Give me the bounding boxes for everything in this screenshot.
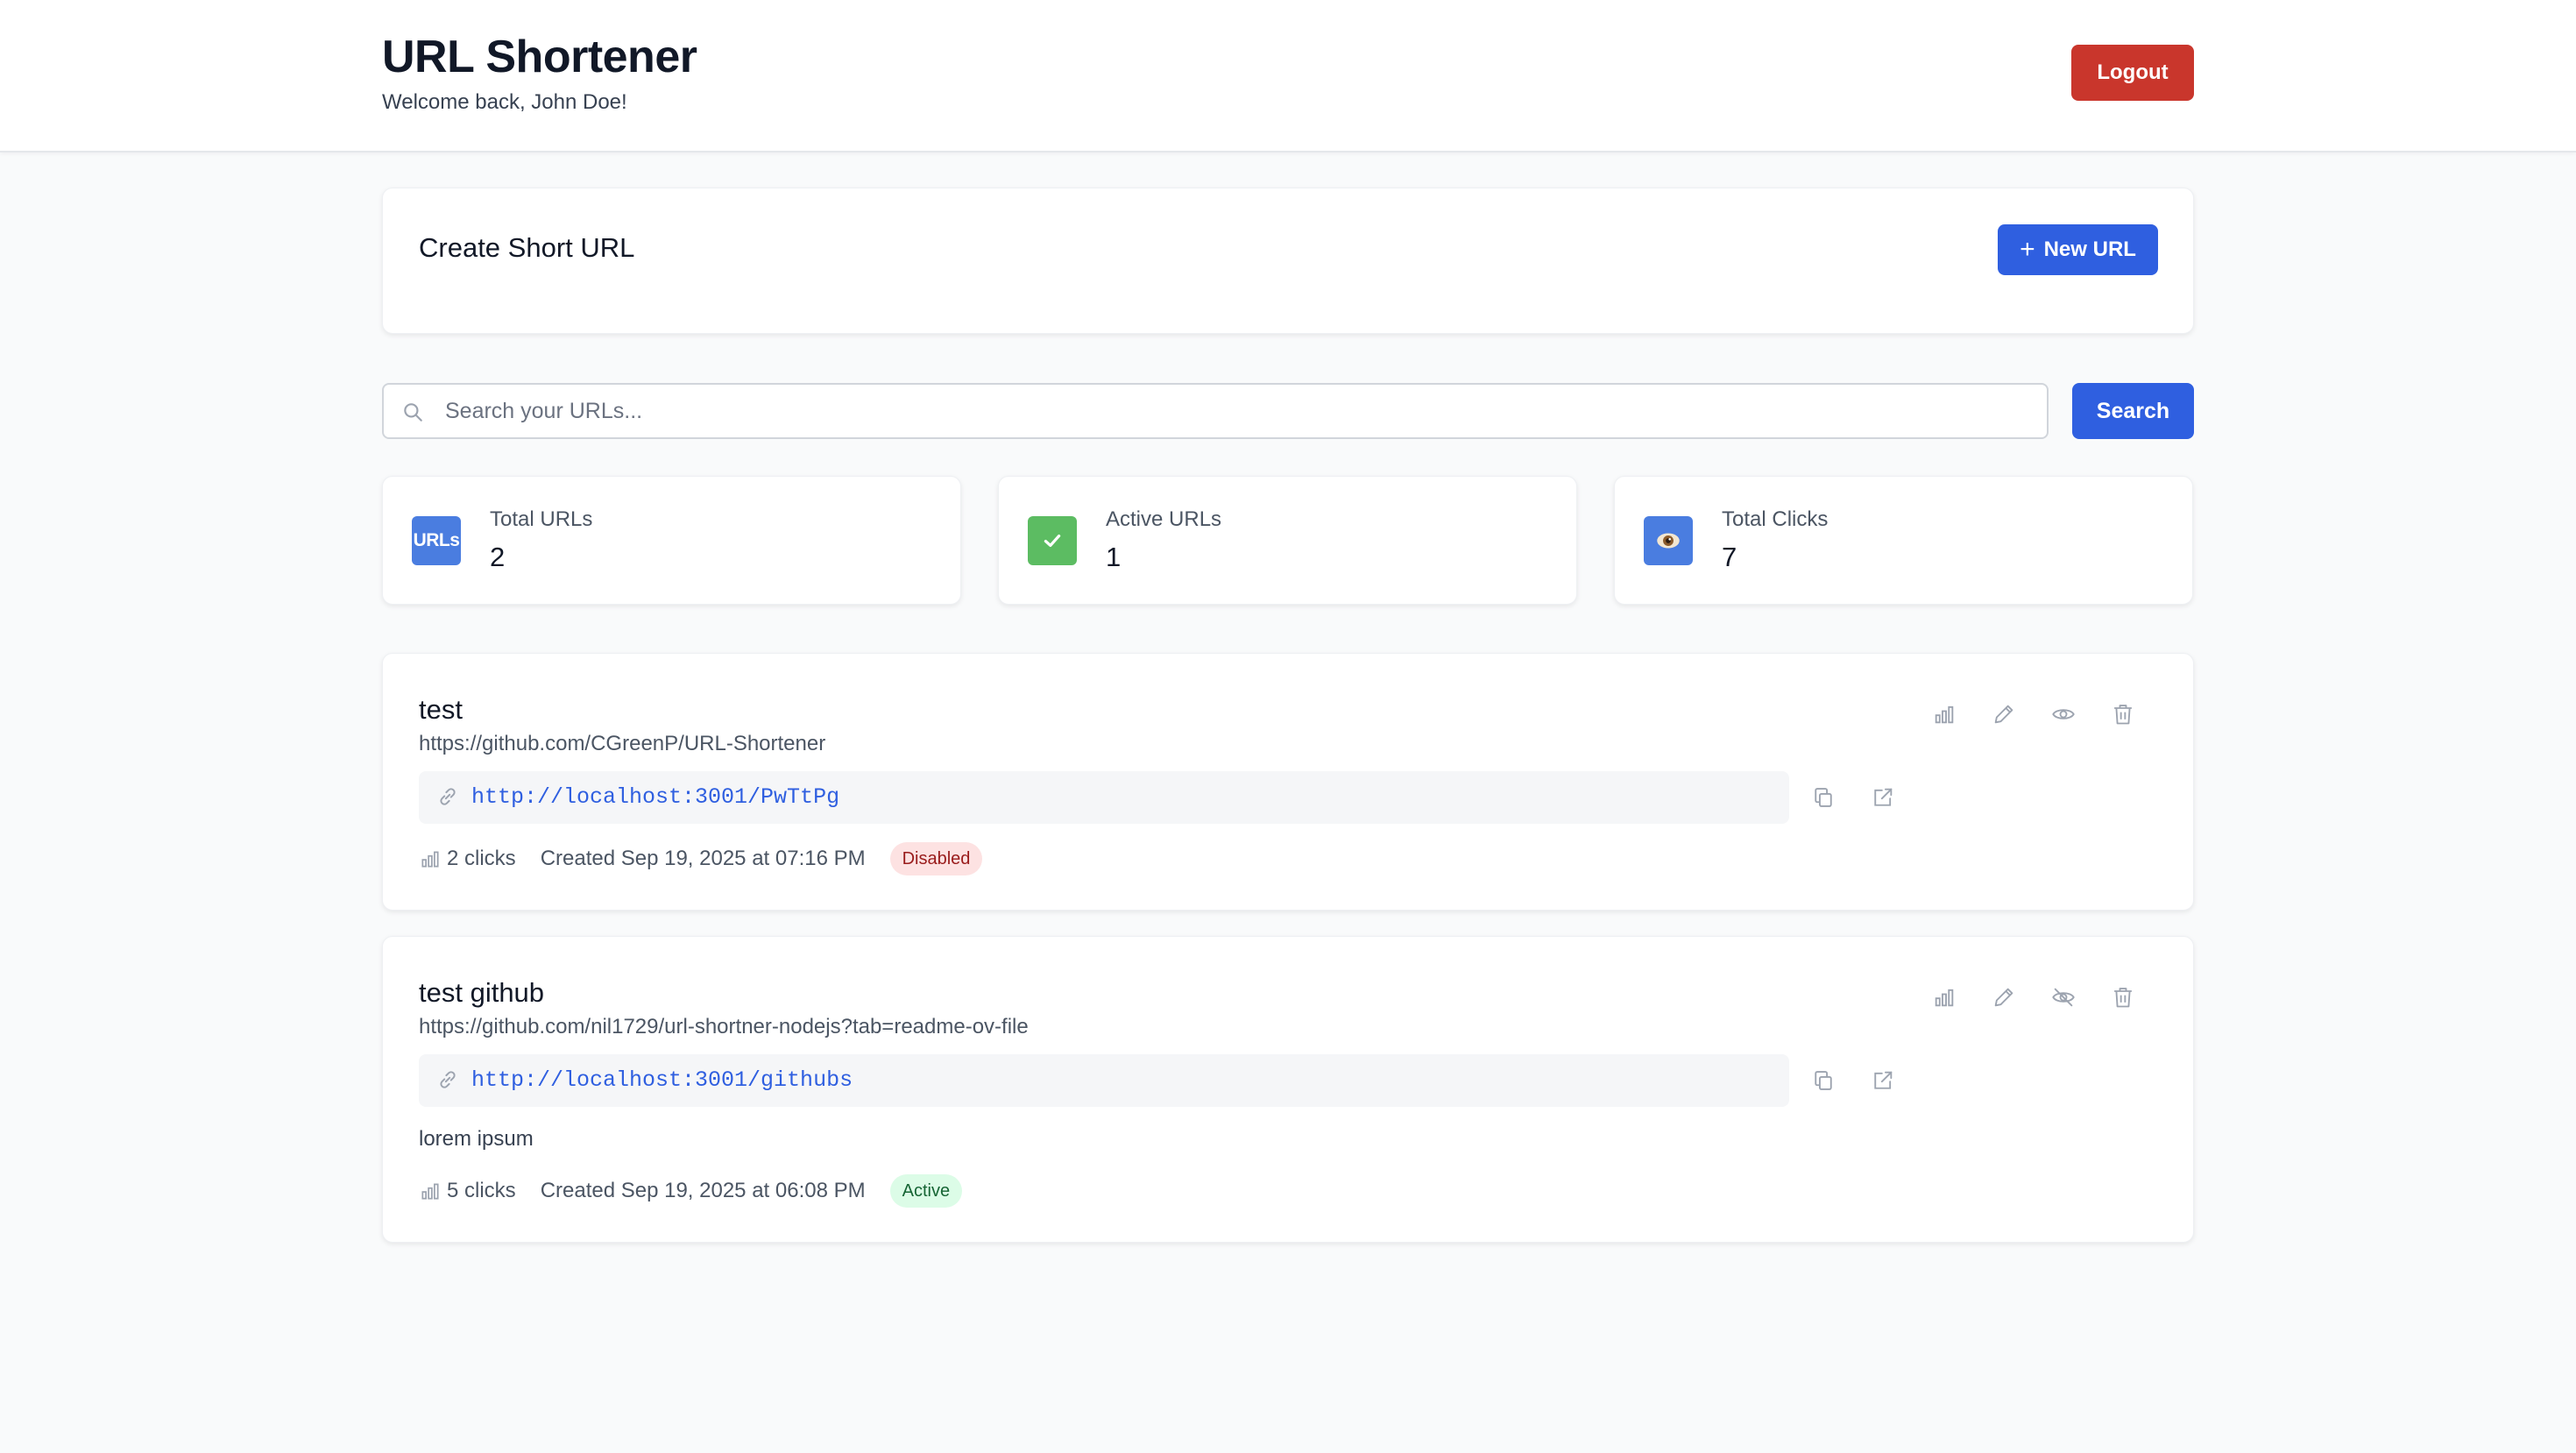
copy-icon[interactable] (1811, 1068, 1836, 1093)
logout-button[interactable]: Logout (2071, 45, 2194, 101)
copy-icon[interactable] (1811, 785, 1836, 810)
short-url-link[interactable]: http://localhost:3001/PwTtPg (471, 783, 839, 812)
plus-icon: + (2020, 235, 2035, 264)
click-count: 2 clicks (447, 847, 516, 870)
search-box (382, 383, 2049, 439)
link-icon (440, 788, 456, 805)
stat-label: Active URLs (1106, 507, 1222, 531)
stat-card-active-urls: Active URLs 1 (998, 476, 1577, 605)
edit-icon[interactable] (1992, 985, 2016, 1010)
url-name: test (419, 694, 463, 725)
analytics-icon[interactable] (1932, 985, 1957, 1010)
new-url-label: New URL (2043, 237, 2136, 261)
app-title: URL Shortener (382, 32, 697, 82)
create-url-card: Create Short URL + New URL (382, 188, 2194, 334)
stat-card-total-clicks: Total Clicks 7 (1614, 476, 2193, 605)
analytics-icon[interactable] (1932, 702, 1957, 726)
search-icon (404, 403, 422, 422)
url-name: test github (419, 977, 545, 1008)
create-url-title: Create Short URL (419, 232, 635, 263)
urls-icon: URLs (412, 516, 461, 565)
link-icon (440, 1071, 456, 1088)
trash-icon[interactable] (2111, 702, 2135, 726)
status-badge: Disabled (889, 842, 983, 875)
created-date: Created Sep 19, 2025 at 07:16 PM (540, 847, 866, 870)
edit-icon[interactable] (1992, 702, 2016, 726)
stat-value: 2 (490, 542, 506, 572)
bar-chart-icon (421, 1183, 439, 1200)
url-card: test https://github.com/CGreenP/URL-Shor… (382, 653, 2194, 911)
stat-label: Total URLs (490, 507, 593, 531)
new-url-button[interactable]: + New URL (1998, 224, 2158, 275)
bar-chart-icon (421, 851, 439, 868)
check-icon (1028, 516, 1077, 565)
stat-label: Total Clicks (1722, 507, 1829, 531)
welcome-message: Welcome back, John Doe! (382, 90, 627, 114)
url-meta: 2 clicks Created Sep 19, 2025 at 07:16 P… (419, 841, 983, 876)
eye-icon (1644, 516, 1693, 565)
url-meta: 5 clicks Created Sep 19, 2025 at 06:08 P… (419, 1173, 963, 1208)
short-url-box: http://localhost:3001/githubs (419, 1054, 1789, 1107)
short-url-box: http://localhost:3001/PwTtPg (419, 771, 1789, 824)
url-description: lorem ipsum (419, 1127, 534, 1151)
original-url: https://github.com/CGreenP/URL-Shortener (419, 732, 826, 755)
stat-value: 1 (1106, 542, 1122, 572)
external-link-icon[interactable] (1871, 1068, 1895, 1093)
stat-value: 7 (1722, 542, 1737, 572)
search-button[interactable]: Search (2072, 383, 2194, 439)
short-url-link[interactable]: http://localhost:3001/githubs (471, 1067, 853, 1095)
search-input[interactable] (443, 385, 2038, 437)
external-link-icon[interactable] (1871, 785, 1895, 810)
click-count: 5 clicks (447, 1179, 516, 1202)
status-badge: Active (889, 1174, 963, 1208)
eye-icon[interactable] (2051, 702, 2076, 726)
eye-off-icon[interactable] (2051, 985, 2076, 1010)
created-date: Created Sep 19, 2025 at 06:08 PM (540, 1179, 866, 1202)
trash-icon[interactable] (2111, 985, 2135, 1010)
original-url: https://github.com/nil1729/url-shortner-… (419, 1015, 1029, 1038)
url-card: test github https://github.com/nil1729/u… (382, 936, 2194, 1243)
app-header: URL Shortener Welcome back, John Doe! Lo… (0, 0, 2576, 152)
stat-card-total-urls: URLs Total URLs 2 (382, 476, 961, 605)
